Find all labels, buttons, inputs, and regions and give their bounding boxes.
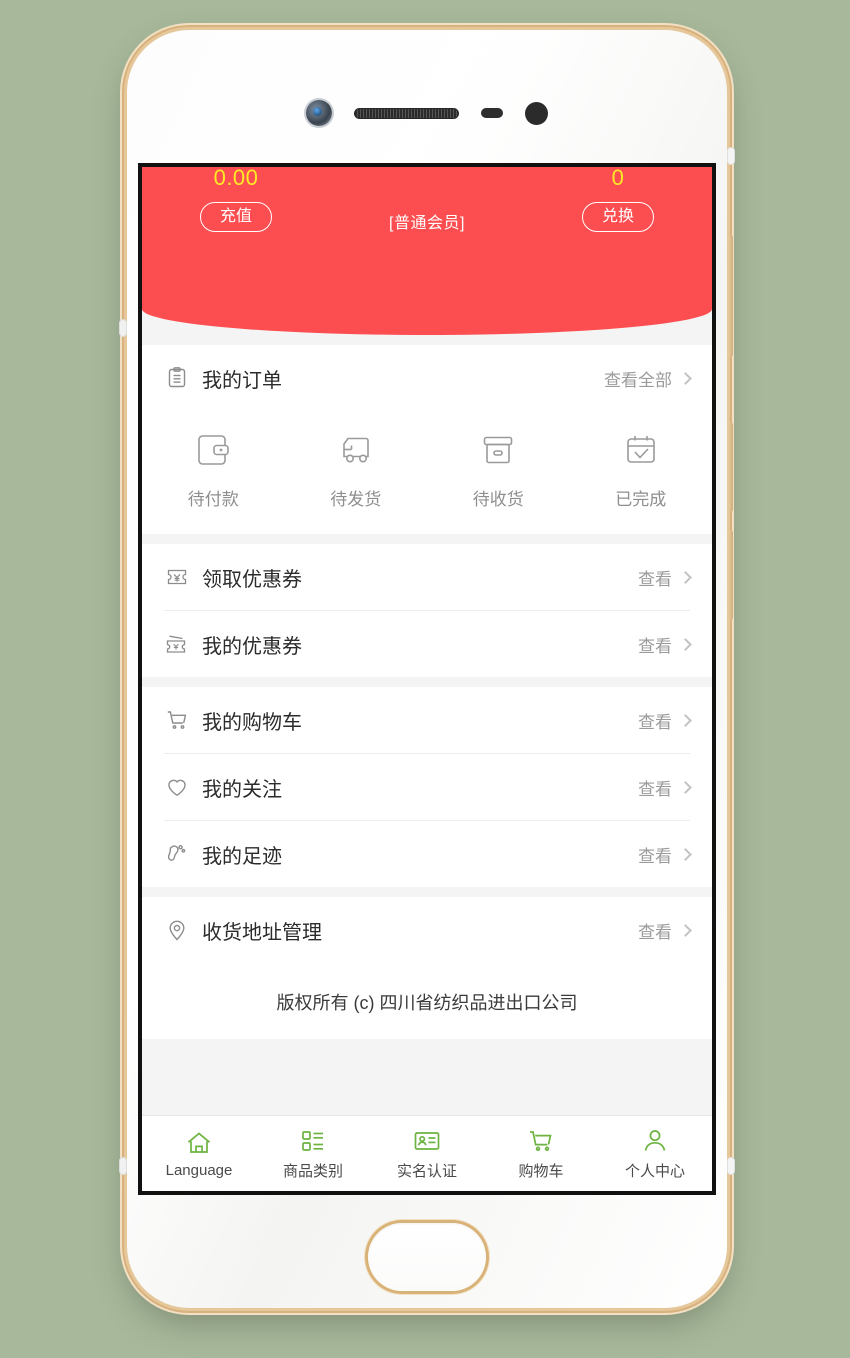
order-status-label: 已完成: [615, 490, 667, 509]
row-my-coupons[interactable]: 我的优惠券 查看: [142, 611, 712, 677]
balance-value: 0.00: [213, 167, 259, 190]
tab-language[interactable]: Language: [142, 1129, 256, 1179]
right-antenna-band-lower: [728, 1158, 734, 1174]
chevron-right-icon: [679, 637, 692, 651]
order-status-pending-shipment[interactable]: 待发货: [285, 429, 428, 510]
section-gap: [142, 335, 712, 345]
row-label: 领取优惠券: [202, 568, 302, 591]
chevron-right-icon: [679, 847, 692, 861]
row-action-label: 查看: [638, 569, 672, 589]
tab-label: 购物车: [518, 1162, 564, 1180]
member-level-tag: [普通会员]: [389, 215, 465, 232]
phone-screen: 0.00 充值 0 兑换 [普通会员] 我的订单 查看全部 待付款 待发货 待收…: [138, 163, 716, 1195]
proximity-sensor-icon: [481, 108, 503, 118]
wallet-icon: [192, 429, 234, 471]
coupon-mine-icon: [164, 631, 190, 657]
order-status-pending-receipt[interactable]: 待收货: [427, 429, 570, 510]
home-button[interactable]: [368, 1223, 486, 1291]
chevron-right-icon: [679, 570, 692, 584]
row-label: 收货地址管理: [202, 921, 322, 944]
orders-header-row[interactable]: 我的订单 查看全部: [142, 345, 712, 411]
row-my-footprints[interactable]: 我的足迹 查看: [142, 821, 712, 887]
heart-icon: [164, 774, 190, 800]
clipboard-icon: [164, 365, 190, 391]
row-label: 我的购物车: [202, 711, 302, 734]
person-icon: [641, 1127, 669, 1155]
order-status-completed[interactable]: 已完成: [570, 429, 713, 510]
tab-profile[interactable]: 个人中心: [598, 1127, 712, 1181]
section-gap: [142, 534, 712, 544]
points-value: 0: [611, 167, 625, 190]
chevron-right-icon: [679, 713, 692, 727]
orders-view-all-label: 查看全部: [604, 370, 672, 390]
phone-device: 0.00 充值 0 兑换 [普通会员] 我的订单 查看全部 待付款 待发货 待收…: [120, 30, 734, 1308]
app-profile-page: 0.00 充值 0 兑换 [普通会员] 我的订单 查看全部 待付款 待发货 待收…: [142, 167, 712, 1191]
location-pin-icon: [164, 917, 190, 943]
right-antenna-band: [728, 148, 734, 164]
shopping-group: 我的购物车 查看 我的关注 查看 我的足迹 查看: [142, 687, 712, 887]
footprint-icon: [164, 841, 190, 867]
row-action-label: 查看: [638, 922, 672, 942]
chevron-right-icon: [679, 371, 692, 385]
chevron-right-icon: [679, 923, 692, 937]
front-camera-icon: [306, 100, 332, 126]
order-status-grid: 待付款 待发货 待收货 已完成: [142, 411, 712, 534]
tab-label: 商品类别: [282, 1162, 343, 1180]
left-antenna-band-lower: [120, 1158, 126, 1174]
member-hero-header: 0.00 充值 0 兑换 [普通会员]: [142, 167, 712, 335]
row-action-label: 查看: [638, 712, 672, 732]
earpiece-speaker-icon: [354, 107, 459, 119]
orders-title: 我的订单: [202, 369, 282, 392]
tab-identity-verification[interactable]: 实名认证: [370, 1127, 484, 1181]
tab-label: Language: [165, 1161, 233, 1179]
row-get-coupon[interactable]: 领取优惠券 查看: [142, 544, 712, 610]
tab-cart[interactable]: 购物车: [484, 1127, 598, 1181]
tab-label: 实名认证: [396, 1162, 457, 1180]
order-status-label: 待付款: [187, 490, 239, 509]
tab-category[interactable]: 商品类别: [256, 1127, 370, 1181]
tab-label: 个人中心: [624, 1162, 685, 1180]
row-action-label: 查看: [638, 846, 672, 866]
calendar-check-icon: [620, 429, 662, 471]
phone-sensor-row: [127, 100, 727, 126]
volume-down-button[interactable]: [728, 422, 733, 512]
light-sensor-icon: [525, 101, 548, 125]
section-gap: [142, 677, 712, 687]
home-icon: [185, 1129, 213, 1157]
row-action-label: 查看: [638, 779, 672, 799]
category-icon: [299, 1127, 327, 1155]
orders-card: 我的订单 查看全部 待付款 待发货 待收货 已完成: [142, 345, 712, 534]
bottom-tab-bar: Language 商品类别 实名认证 购物车 个人中心: [142, 1115, 712, 1191]
left-antenna-band: [120, 320, 126, 336]
address-group: 收货地址管理 查看 版权所有 (c) 四川省纺织品进出口公司: [142, 897, 712, 1039]
row-action-label: 查看: [638, 636, 672, 656]
cart-icon: [164, 707, 190, 733]
coupons-group: 领取优惠券 查看 我的优惠券 查看: [142, 544, 712, 677]
cart-tab-icon: [527, 1127, 555, 1155]
section-gap: [142, 887, 712, 897]
truck-icon: [335, 429, 377, 471]
row-my-favorites[interactable]: 我的关注 查看: [142, 754, 712, 820]
chevron-right-icon: [679, 780, 692, 794]
id-card-icon: [413, 1127, 441, 1155]
coupon-get-icon: [164, 564, 190, 590]
row-label: 我的优惠券: [202, 635, 302, 658]
box-icon: [477, 429, 519, 471]
volume-up-button[interactable]: [728, 235, 733, 357]
copyright-text: 版权所有 (c) 四川省纺织品进出口公司: [142, 963, 712, 1039]
order-status-label: 待收货: [472, 490, 524, 509]
row-label: 我的关注: [202, 778, 282, 801]
row-my-cart[interactable]: 我的购物车 查看: [142, 687, 712, 753]
order-status-pending-payment[interactable]: 待付款: [142, 429, 285, 510]
row-address-management[interactable]: 收货地址管理 查看: [142, 897, 712, 963]
order-status-label: 待发货: [330, 490, 382, 509]
row-label: 我的足迹: [202, 845, 282, 868]
power-button[interactable]: [728, 530, 733, 620]
